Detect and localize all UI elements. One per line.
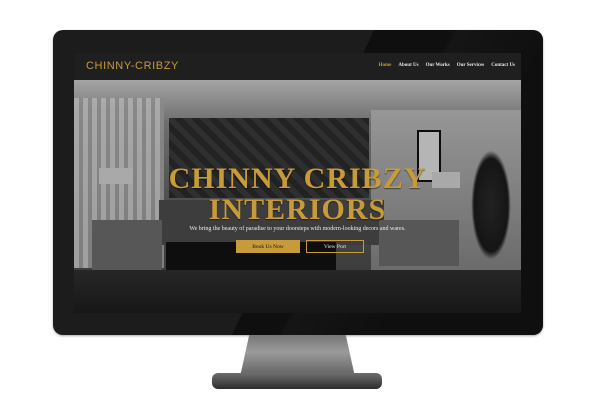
site-logo[interactable]: CHINNY-CRIBZY	[86, 60, 179, 72]
hero-title-line1: CHINNY CRIBZY	[168, 162, 427, 195]
navbar: CHINNY-CRIBZY Home About Us Our Works Ou…	[74, 53, 521, 80]
hero-title-line2: INTERIORS	[208, 193, 387, 226]
nav-item-services[interactable]: Our Services	[457, 63, 485, 68]
nav-menu: Home About Us Our Works Our Services Con…	[379, 63, 515, 68]
nav-item-contact[interactable]: Contact Us	[491, 63, 515, 68]
view-port-button[interactable]: View Port	[306, 240, 364, 253]
nav-item-works[interactable]: Our Works	[426, 63, 450, 68]
hero-tagline: We bring the beauty of paradise to your …	[189, 226, 406, 232]
book-us-button[interactable]: Book Us Now	[236, 240, 300, 253]
nav-item-home[interactable]: Home	[379, 63, 392, 68]
monitor-stand-base	[212, 373, 382, 389]
nav-item-about[interactable]: About Us	[398, 63, 418, 68]
screen: CHINNY-CRIBZY Home About Us Our Works Ou…	[74, 53, 521, 313]
hero-section: CHINNY CRIBZY INTERIORS We bring the bea…	[74, 80, 521, 313]
monitor-stand-neck	[240, 335, 355, 377]
